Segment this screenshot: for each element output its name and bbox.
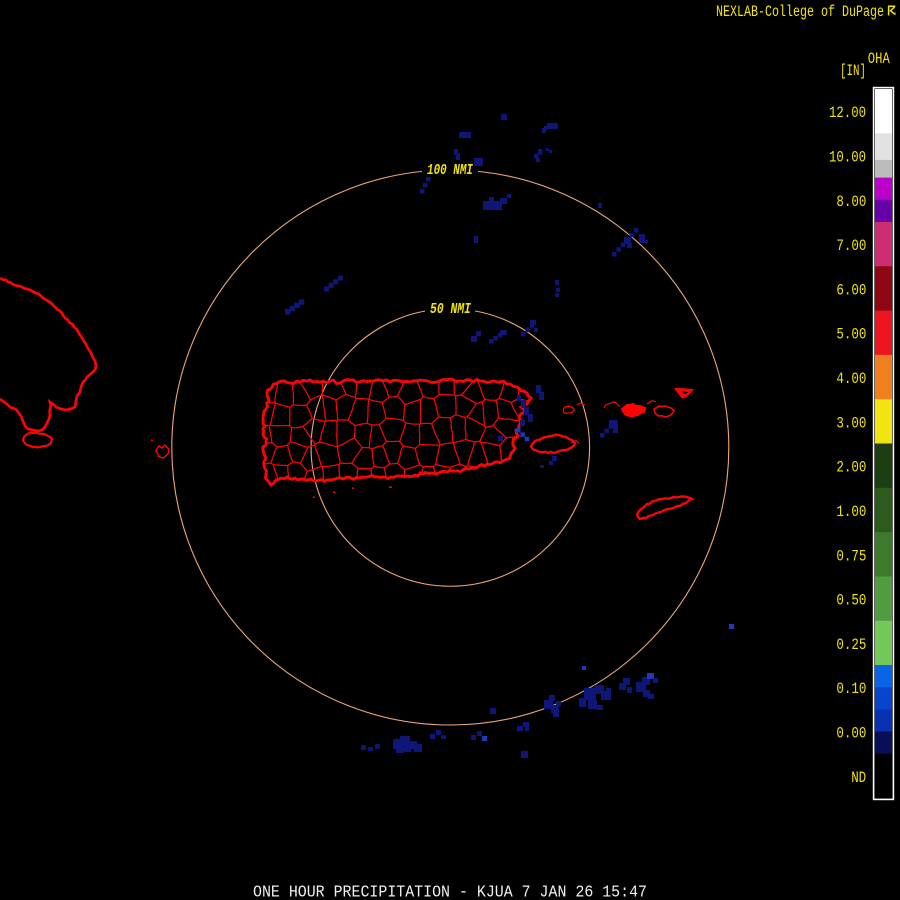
svg-text:0.10: 0.10 bbox=[836, 680, 866, 698]
svg-text:0.25: 0.25 bbox=[836, 636, 866, 654]
svg-text:1.00: 1.00 bbox=[836, 503, 866, 521]
svg-text:5.00: 5.00 bbox=[836, 326, 866, 344]
svg-text:4.00: 4.00 bbox=[836, 370, 866, 388]
svg-text:ND: ND bbox=[851, 769, 866, 787]
svg-text:7.00: 7.00 bbox=[836, 237, 866, 255]
svg-text:50 NMI: 50 NMI bbox=[430, 301, 472, 318]
svg-text:0.50: 0.50 bbox=[836, 592, 866, 610]
svg-text:100 NMI: 100 NMI bbox=[427, 162, 474, 179]
svg-text:ONE HOUR PRECIPITATION - KJUA: ONE HOUR PRECIPITATION - KJUA 7 JAN 26 1… bbox=[253, 883, 647, 900]
svg-text:0.00: 0.00 bbox=[836, 725, 866, 743]
svg-text:6.00: 6.00 bbox=[836, 281, 866, 299]
svg-text:2.00: 2.00 bbox=[836, 459, 866, 477]
svg-text:OHA: OHA bbox=[868, 50, 891, 68]
svg-text:3.00: 3.00 bbox=[836, 414, 866, 432]
svg-text:0.75: 0.75 bbox=[836, 547, 866, 565]
svg-text:12.00: 12.00 bbox=[829, 104, 866, 122]
svg-text:8.00: 8.00 bbox=[836, 193, 866, 211]
svg-text:[IN]: [IN] bbox=[840, 62, 866, 80]
svg-text:10.00: 10.00 bbox=[829, 149, 866, 167]
svg-text:NEXLAB-College of DuPage: NEXLAB-College of DuPage bbox=[716, 3, 884, 21]
